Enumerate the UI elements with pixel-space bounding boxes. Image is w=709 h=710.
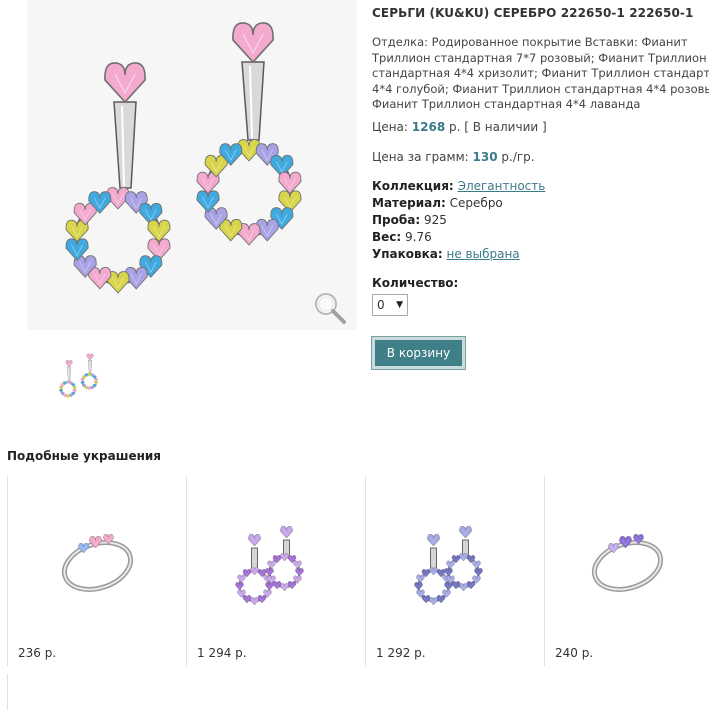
weight-value: 9.76 (405, 230, 432, 244)
product-title: СЕРЬГИ (KU&KU) СЕРЕБРО 222650-1 222650-1 (372, 6, 694, 20)
description-line: стандартная 4*4 хризолит; Фианит Триллио… (372, 66, 709, 80)
gram-label: Цена за грамм: (372, 150, 469, 164)
earrings-image (235, 526, 304, 606)
proba-value: 925 (423, 213, 447, 227)
property-collection: Коллекция: Элегантность (372, 178, 545, 195)
proba-label: Проба: (372, 213, 421, 227)
price-line: Цена: 1268 р. [ В наличии ] (372, 120, 547, 134)
similar-item-price: 240 р. (555, 646, 594, 660)
product-description: Отделка: Родированное покрытие Вставки: … (372, 35, 709, 113)
add-to-cart-button[interactable]: В корзину (371, 336, 466, 370)
property-material: Материал: Серебро (372, 195, 545, 212)
similar-item[interactable]: 1 292 р. (365, 476, 544, 666)
similar-section-title: Подобные украшения (7, 449, 162, 463)
similar-item[interactable]: 1 294 р. (186, 476, 365, 666)
package-link[interactable]: не выбрана (447, 247, 520, 261)
ring-image (61, 534, 134, 592)
description-line: 4*4 голубой; Фианит Триллион стандартная… (372, 81, 709, 96)
gram-suffix: р./гр. (501, 150, 535, 164)
quantity-value: 0 (377, 298, 385, 312)
quantity-label: Количество: (372, 276, 459, 290)
property-package: Упаковка: не выбрана (372, 246, 545, 263)
similar-item-price: 1 292 р. (376, 646, 426, 660)
similar-item-price: 1 294 р. (197, 646, 247, 660)
description-line: Фианит Триллион стандартная 4*4 лаванда (372, 97, 641, 111)
gram-value: 130 (472, 150, 498, 164)
weight-label: Вес: (372, 230, 402, 244)
product-info: СЕРЬГИ (KU&KU) СЕРЕБРО 222650-1 222650-1… (371, 6, 709, 370)
price-value: 1268 (411, 120, 446, 134)
product-main-image[interactable] (27, 0, 357, 330)
collection-label: Коллекция: (372, 179, 454, 193)
price-status: р. [ В наличии ] (449, 120, 547, 134)
material-label: Материал: (372, 196, 446, 210)
package-label: Упаковка: (372, 247, 443, 261)
earrings-illustration (65, 22, 302, 294)
description-line: Отделка: Родированное покрытие Вставки: … (372, 35, 688, 49)
chevron-down-icon: ▼ (396, 300, 403, 310)
material-value: Серебро (449, 196, 503, 210)
price-per-gram: Цена за грамм: 130 р./гр. (372, 150, 535, 164)
quantity-select[interactable]: 0 ▼ (372, 294, 408, 316)
description-line: Триллион стандартная 7*7 розовый; Фианит… (372, 50, 707, 65)
magnifier-icon[interactable] (311, 290, 351, 330)
earrings-image (414, 526, 483, 606)
price-label: Цена: (372, 120, 408, 134)
property-proba: Проба: 925 (372, 212, 545, 229)
collection-link[interactable]: Элегантность (458, 179, 546, 193)
thumbnail-image (59, 353, 98, 399)
property-weight: Вес: 9.76 (372, 229, 545, 246)
ring-image (591, 534, 664, 592)
divider (7, 674, 8, 710)
product-thumbnail[interactable] (53, 345, 107, 409)
similar-products-grid: 236 р. 1 294 р. 1 292 р. 240 р. (0, 476, 709, 671)
similar-item-price: 236 р. (18, 646, 57, 660)
similar-item[interactable]: 236 р. (7, 476, 186, 666)
product-properties: Коллекция: Элегантность Материал: Серебр… (372, 178, 545, 263)
similar-item[interactable]: 240 р. (544, 476, 709, 666)
